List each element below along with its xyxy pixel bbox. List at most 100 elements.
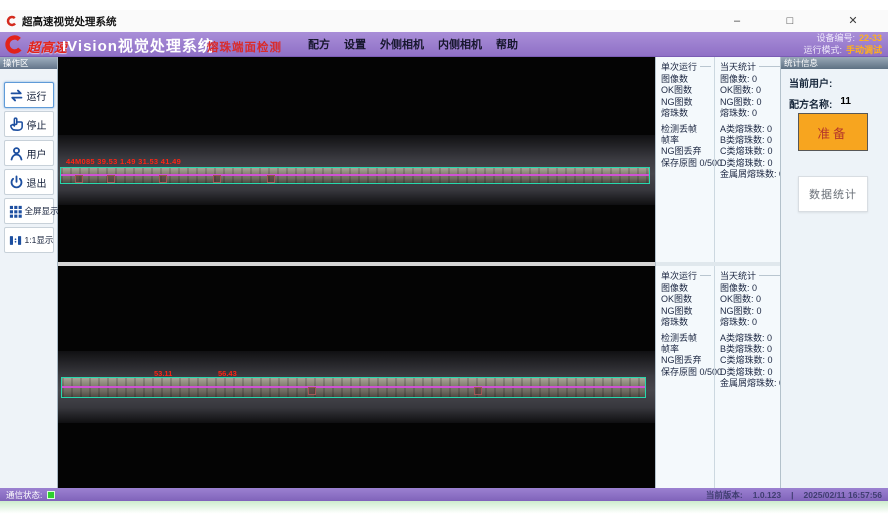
stat-row: OK图数: 0 [720, 85, 784, 96]
stat-row: NG图丢弃 [661, 146, 714, 157]
comm-status-label: 通信状态: [6, 489, 42, 501]
stat-row: C类熔珠数: 0 [720, 355, 784, 366]
stat-row: D类熔珠数: 0 [720, 158, 784, 169]
inner-camera-stats: 单次运行 图像数OK图数NG图数熔珠数检测丢帧帧率NG图丢弃保存原图 0/500… [656, 266, 780, 488]
comm-status-indicator [47, 491, 55, 499]
stat-row: 金属屑熔珠数: 0 [720, 169, 784, 180]
app-title: IVision视觉处理系统 [62, 35, 214, 56]
run-icon [8, 87, 25, 104]
status-bar: 通信状态: 当前版本: 1.0.123 | 2025/02/11 16:57:5… [0, 488, 888, 501]
single-run-column: 单次运行 图像数OK图数NG图数熔珠数检测丢帧帧率NG图丢弃保存原图 0/500 [656, 266, 714, 488]
outer-camera-view: 44M085 39.53 1.49 31.53 41.49 [58, 57, 655, 262]
inner-camera-view: 53.11 56.43 [58, 266, 655, 488]
stat-row: NG图丢弃 [661, 355, 714, 366]
camera-view-area: 44M085 39.53 1.49 31.53 41.49 53.11 56.4… [58, 57, 655, 488]
desktop-strip [0, 501, 888, 522]
menu-item[interactable]: 设置 [344, 36, 366, 52]
recipe-name-row: 配方名称: 11 [789, 96, 888, 111]
recipe-name-label: 配方名称: [789, 96, 832, 111]
window-titlebar: 超高速视觉处理系统 – □ ✕ [0, 10, 888, 32]
stat-row: 保存原图 0/500 [661, 158, 714, 169]
stat-row: 帧率 [661, 135, 714, 146]
device-number-label: 设备编号: [816, 33, 855, 45]
stat-row: 检测丢帧 [661, 333, 714, 344]
stat-row: OK图数 [661, 85, 714, 96]
current-user-row: 当前用户: [789, 75, 888, 90]
power-icon [8, 174, 25, 191]
version-label: 当前版本: [706, 489, 743, 501]
menu-item[interactable]: 内侧相机 [438, 36, 482, 52]
brand-swoosh-icon [4, 34, 25, 55]
device-number-row: 设备编号: 22-33 [803, 33, 882, 45]
menu-item[interactable]: 帮助 [496, 36, 518, 52]
defect-marker [107, 175, 115, 183]
close-button[interactable]: ✕ [844, 12, 862, 30]
stat-row: A类熔珠数: 0 [720, 124, 784, 135]
run-mode-value: 手动调试 [846, 45, 882, 57]
centerline-overlay [61, 174, 649, 176]
single-run-header: 单次运行 [661, 269, 714, 281]
stat-row: NG图数: 0 [720, 306, 784, 317]
window-title: 超高速视觉处理系统 [22, 14, 117, 29]
version-value: 1.0.123 [753, 490, 781, 500]
centerline-overlay [62, 386, 645, 388]
statistics-area: 单次运行 图像数OK图数NG图数熔珠数检测丢帧帧率NG图丢弃保存原图 0/500… [655, 57, 780, 488]
datetime: 2025/02/11 16:57:56 [804, 490, 882, 500]
one-to-one-button[interactable]: 1:1显示 [4, 227, 54, 253]
defect-marker [75, 175, 83, 183]
user-icon [8, 145, 25, 162]
run-button[interactable]: 运行 [4, 82, 54, 108]
stat-row: B类熔珠数: 0 [720, 135, 784, 146]
status-separator: | [791, 490, 793, 500]
one-to-one-icon [8, 233, 23, 248]
stat-row: C类熔珠数: 0 [720, 146, 784, 157]
user-button[interactable]: 用户 [4, 140, 54, 166]
stop-button[interactable]: 停止 [4, 111, 54, 137]
stat-row: 帧率 [661, 344, 714, 355]
menu-item[interactable]: 配方 [308, 36, 330, 52]
current-user-label: 当前用户: [789, 75, 832, 90]
stat-row: OK图数: 0 [720, 294, 784, 305]
stat-row: NG图数: 0 [720, 97, 784, 108]
stat-row: 图像数 [661, 283, 714, 294]
defect-marker [267, 175, 275, 183]
operation-sidebar: 操作区 运行 停止 用户 [0, 57, 58, 488]
outer-camera-stats: 单次运行 图像数OK图数NG图数熔珠数检测丢帧帧率NG图丢弃保存原图 0/500… [656, 57, 780, 262]
info-panel-title: 统计信息 [781, 57, 888, 69]
daily-stats-column: 当天统计 图像数: 0OK图数: 0NG图数: 0熔珠数: 0 A类熔珠数: 0B… [714, 57, 784, 262]
stat-row: 图像数 [661, 74, 714, 85]
device-number-value: 22-33 [859, 33, 882, 45]
run-mode-row: 运行模式: 手动调试 [803, 45, 882, 57]
stat-row: 保存原图 0/500 [661, 367, 714, 378]
stat-row: A类熔珠数: 0 [720, 333, 784, 344]
single-run-header: 单次运行 [661, 60, 714, 72]
stat-row: B类熔珠数: 0 [720, 344, 784, 355]
recipe-name-value: 11 [840, 96, 851, 111]
fullscreen-button[interactable]: 全屏显示 [4, 198, 54, 224]
stop-hand-icon [8, 116, 25, 133]
stat-row: 熔珠数: 0 [720, 108, 784, 119]
stat-row: NG图数 [661, 306, 714, 317]
menu-item[interactable]: 外侧相机 [380, 36, 424, 52]
stat-row: 熔珠数: 0 [720, 317, 784, 328]
exit-button[interactable]: 退出 [4, 169, 54, 195]
detection-roi-box [60, 167, 650, 184]
stat-row: 图像数: 0 [720, 283, 784, 294]
daily-stats-header: 当天统计 [720, 60, 784, 72]
defect-marker [308, 387, 316, 395]
stat-row: 图像数: 0 [720, 74, 784, 85]
app-logo-icon [6, 15, 18, 27]
daily-stats-header: 当天统计 [720, 269, 784, 281]
minimize-button[interactable]: – [728, 12, 746, 30]
app-window: 超高速视觉处理系统 – □ ✕ 超高速 IVision视觉处理系统 熔珠端面检测… [0, 0, 888, 522]
app-subtitle: 熔珠端面检测 [207, 39, 282, 55]
prepare-button[interactable]: 准备 [798, 113, 868, 151]
data-statistics-button[interactable]: 数据统计 [798, 176, 868, 212]
measurement-annotation: 44M085 39.53 1.49 31.53 41.49 [66, 157, 181, 166]
detection-roi-box [61, 377, 646, 398]
sidebar-title: 操作区 [0, 57, 57, 69]
stat-row: 熔珠数 [661, 108, 714, 119]
run-mode-label: 运行模式: [803, 45, 842, 57]
maximize-button[interactable]: □ [781, 12, 799, 30]
defect-marker [474, 387, 482, 395]
